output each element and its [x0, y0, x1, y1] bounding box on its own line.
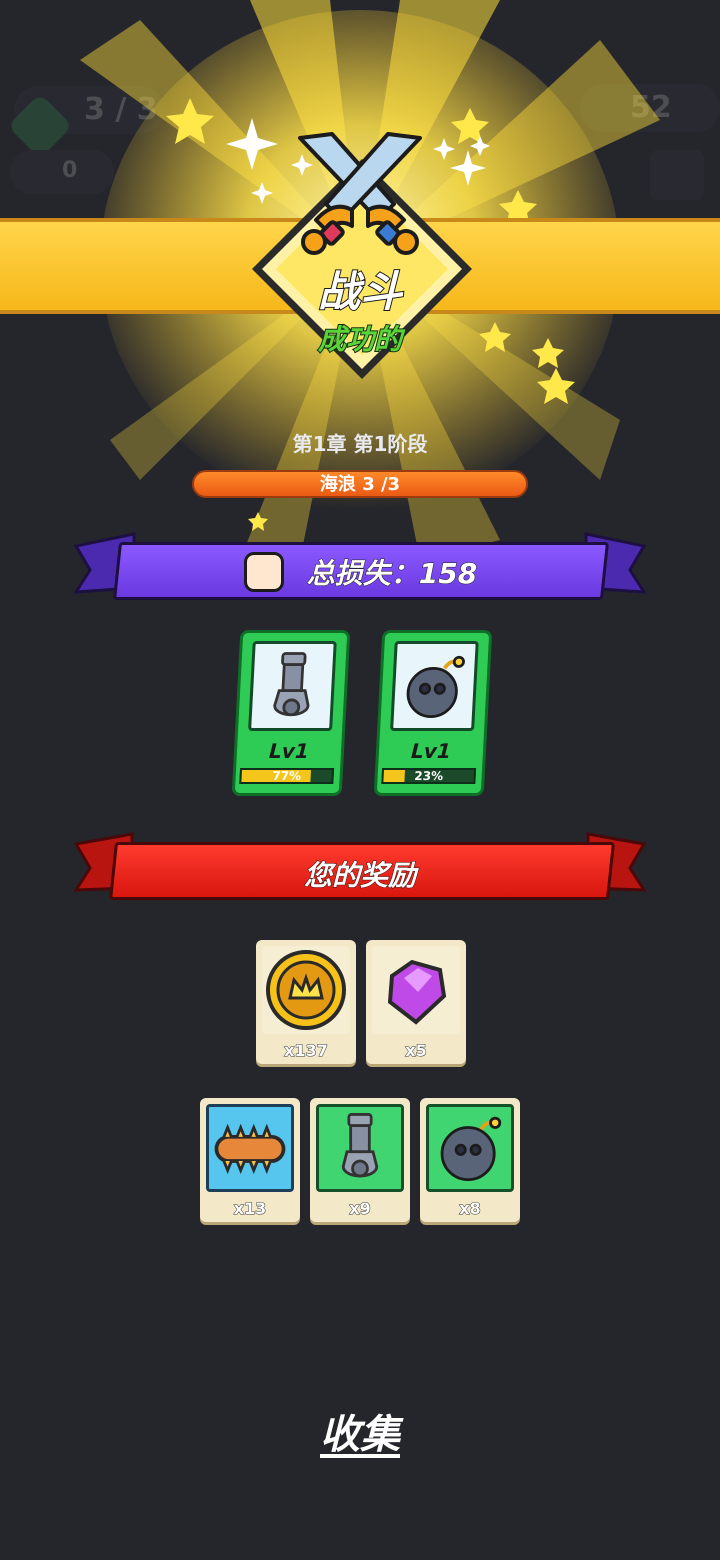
victory-title: 战斗 [317, 266, 403, 317]
bomb-icon [426, 1104, 514, 1192]
coin-crown-icon [262, 946, 350, 1034]
reward-count: x13 [233, 1199, 267, 1219]
wave-progress-bar: 海浪 3 /3 [192, 470, 528, 498]
skill-card-bomb[interactable]: Lv1 23% [373, 630, 493, 796]
cannon-icon [316, 1104, 404, 1192]
skill-card-cannon[interactable]: Lv1 77% [231, 630, 351, 796]
total-damage-label: 总损失：158 [306, 557, 478, 591]
card-progress-text: 77% [271, 769, 302, 783]
rewards-ribbon: 您的奖励 [72, 830, 648, 906]
wave-label: 海浪 3 /3 [319, 474, 401, 495]
spiked-club-icon [206, 1104, 294, 1192]
bomb-icon [390, 641, 479, 731]
victory-subtitle: 成功的 [317, 322, 403, 357]
reward-count: x5 [405, 1041, 427, 1061]
card-level: Lv1 [268, 739, 310, 763]
crossed-swords-icon [298, 132, 422, 255]
total-damage-ribbon: 总损失：158 [72, 530, 648, 606]
card-level: Lv1 [410, 739, 452, 763]
collect-button[interactable]: 收集 [300, 1402, 420, 1460]
stage-label: 第1章 第1阶段 [292, 432, 428, 456]
reward-item[interactable]: x9 [310, 1098, 410, 1222]
reward-item[interactable]: x13 [200, 1098, 300, 1222]
reward-item[interactable]: x5 [366, 940, 466, 1064]
reward-item[interactable]: x8 [420, 1098, 520, 1222]
card-progress-text: 23% [413, 769, 444, 783]
card-progress-bar: 23% [381, 768, 477, 784]
rewards-title: 您的奖励 [303, 859, 416, 893]
cannon-icon [248, 641, 337, 731]
reward-count: x137 [284, 1041, 329, 1061]
reward-count: x9 [349, 1199, 371, 1219]
card-progress-bar: 77% [239, 768, 335, 784]
reward-item[interactable]: x137 [256, 940, 356, 1064]
reward-count: x8 [459, 1199, 481, 1219]
purple-gem-icon [372, 946, 460, 1034]
